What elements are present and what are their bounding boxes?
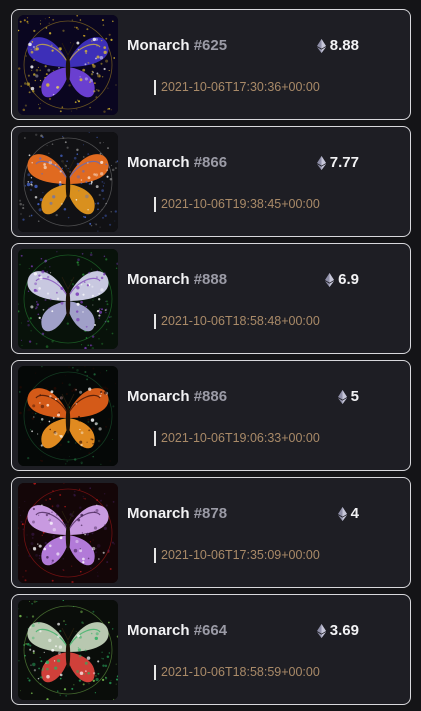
nft-card[interactable]: Monarch #886 5 2021-10-06T19:06:33+00:00	[11, 360, 411, 471]
ethereum-icon	[338, 390, 347, 404]
nft-price: 5	[338, 388, 359, 405]
nft-title: Monarch	[127, 271, 190, 288]
nft-price: 6.9	[325, 271, 359, 288]
nft-name: Monarch #888	[127, 271, 227, 288]
nft-name: Monarch #625	[127, 37, 227, 54]
timestamp: 2021-10-06T17:35:09+00:00	[161, 548, 320, 562]
price-value: 6.9	[338, 271, 359, 288]
nft-name: Monarch #664	[127, 622, 227, 639]
nft-title: Monarch	[127, 505, 190, 522]
nft-card[interactable]: Monarch #664 3.69 2021-10-06T18:58:59+00…	[11, 594, 411, 705]
timestamp: 2021-10-06T18:58:59+00:00	[161, 665, 320, 679]
timestamp: 2021-10-06T17:30:36+00:00	[161, 80, 320, 94]
price-value: 7.77	[330, 154, 359, 171]
nft-number: #888	[194, 271, 227, 288]
timestamp-row: 2021-10-06T19:38:45+00:00	[154, 195, 320, 213]
timestamp-row: 2021-10-06T17:35:09+00:00	[154, 546, 320, 564]
timestamp-marker	[154, 314, 156, 329]
ethereum-icon	[317, 624, 326, 638]
price-value: 8.88	[330, 37, 359, 54]
nft-thumbnail[interactable]	[18, 600, 118, 700]
nft-thumbnail[interactable]	[18, 15, 118, 115]
timestamp-marker	[154, 431, 156, 446]
timestamp-marker	[154, 197, 156, 212]
price-value: 5	[351, 388, 359, 405]
nft-price: 4	[338, 505, 359, 522]
ethereum-icon	[317, 156, 326, 170]
timestamp-row: 2021-10-06T19:06:33+00:00	[154, 429, 320, 447]
timestamp-row: 2021-10-06T17:30:36+00:00	[154, 78, 320, 96]
nft-card[interactable]: Monarch #878 4 2021-10-06T17:35:09+00:00	[11, 477, 411, 588]
timestamp-row: 2021-10-06T18:58:59+00:00	[154, 663, 320, 681]
nft-number: #866	[194, 154, 227, 171]
nft-number: #625	[194, 37, 227, 54]
timestamp: 2021-10-06T18:58:48+00:00	[161, 314, 320, 328]
nft-price: 7.77	[317, 154, 359, 171]
timestamp-marker	[154, 548, 156, 563]
nft-thumbnail[interactable]	[18, 249, 118, 349]
ethereum-icon	[338, 507, 347, 521]
timestamp: 2021-10-06T19:06:33+00:00	[161, 431, 320, 445]
price-value: 4	[351, 505, 359, 522]
nft-price: 3.69	[317, 622, 359, 639]
nft-thumbnail[interactable]	[18, 483, 118, 583]
price-value: 3.69	[330, 622, 359, 639]
nft-price: 8.88	[317, 37, 359, 54]
nft-title: Monarch	[127, 37, 190, 54]
nft-number: #878	[194, 505, 227, 522]
timestamp-marker	[154, 665, 156, 680]
ethereum-icon	[317, 39, 326, 53]
nft-thumbnail[interactable]	[18, 366, 118, 466]
nft-name: Monarch #878	[127, 505, 227, 522]
nft-title: Monarch	[127, 622, 190, 639]
nft-name: Monarch #886	[127, 388, 227, 405]
timestamp-row: 2021-10-06T18:58:48+00:00	[154, 312, 320, 330]
nft-name: Monarch #866	[127, 154, 227, 171]
timestamp: 2021-10-06T19:38:45+00:00	[161, 197, 320, 211]
nft-card[interactable]: Monarch #625 8.88 2021-10-06T17:30:36+00…	[11, 9, 411, 120]
nft-title: Monarch	[127, 154, 190, 171]
nft-card[interactable]: Monarch #888 6.9 2021-10-06T18:58:48+00:…	[11, 243, 411, 354]
nft-title: Monarch	[127, 388, 190, 405]
ethereum-icon	[325, 273, 334, 287]
nft-card[interactable]: Monarch #866 7.77 2021-10-06T19:38:45+00…	[11, 126, 411, 237]
timestamp-marker	[154, 80, 156, 95]
nft-thumbnail[interactable]	[18, 132, 118, 232]
nft-list: Monarch #625 8.88 2021-10-06T17:30:36+00…	[11, 9, 411, 711]
nft-number: #886	[194, 388, 227, 405]
nft-number: #664	[194, 622, 227, 639]
